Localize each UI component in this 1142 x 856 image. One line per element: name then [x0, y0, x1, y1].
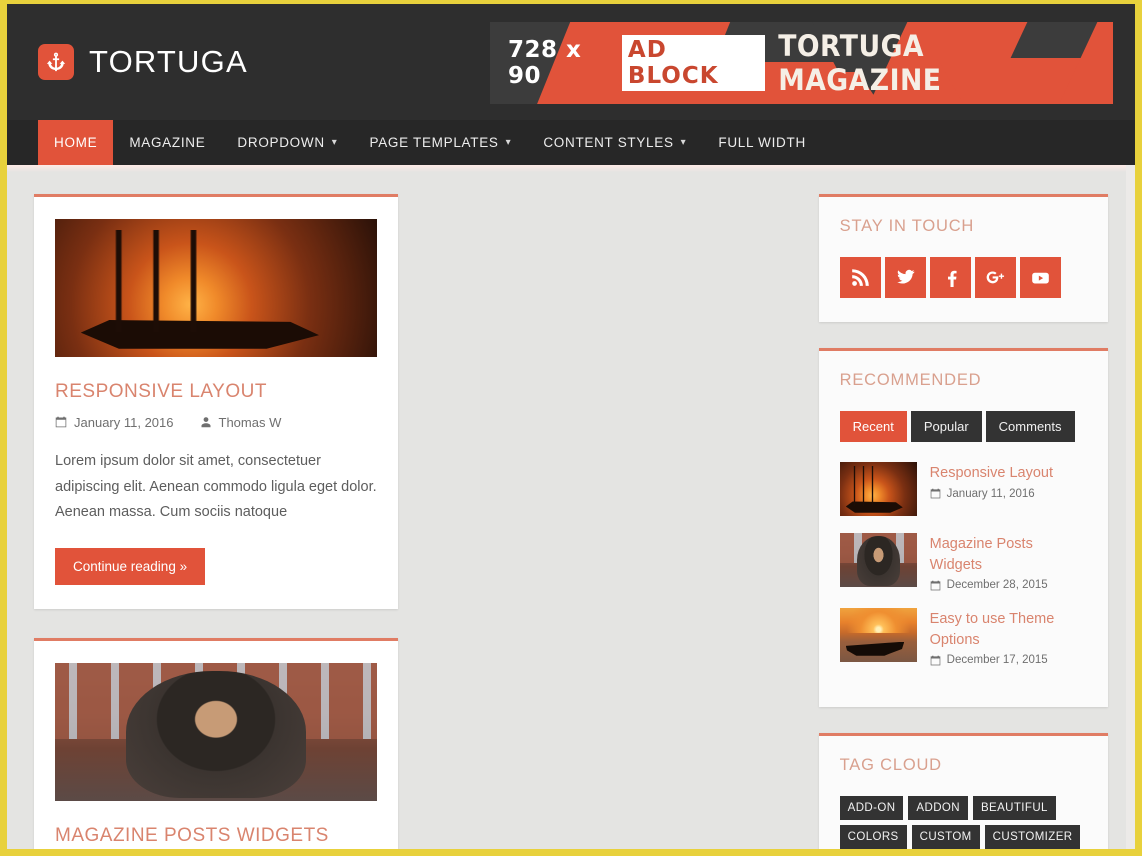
nav-item-home[interactable]: HOME [38, 120, 114, 165]
post-title[interactable]: MAGAZINE POSTS WIDGETS [55, 824, 377, 848]
widget-title: TAG CLOUD [839, 756, 942, 775]
twitter-icon[interactable] [884, 257, 926, 298]
post-author: Thomas W [200, 414, 282, 430]
widget-title: STAY IN TOUCH [839, 217, 975, 235]
main-navigation: HOME MAGAZINE DROPDOWN ▾ PAGE TEMPLATES … [7, 120, 1135, 171]
nav-item-content-styles[interactable]: CONTENT STYLES ▾ [527, 120, 702, 165]
anchor-icon [38, 44, 74, 80]
main-content: RESPONSIVE LAYOUT January 11, 2016 Thoma… [34, 194, 790, 849]
ad-block-label: AD BLOCK [621, 35, 766, 91]
recommended-thumbnail[interactable] [839, 608, 917, 663]
post-grid: RESPONSIVE LAYOUT January 11, 2016 Thoma… [34, 194, 790, 849]
tab-recent[interactable]: Recent [839, 411, 907, 442]
post-card[interactable]: MAGAZINE POSTS WIDGETS December 28, 2015… [34, 638, 398, 849]
tag-item[interactable]: BEAUTIFUL [972, 796, 1056, 821]
post-author-text: Thomas W [218, 414, 282, 430]
ad-banner[interactable]: 728 x 90 AD BLOCK TORTUGA MAGAZINE [490, 22, 1113, 104]
nav-item-full-width[interactable]: FULL WIDTH [702, 120, 822, 165]
tab-popular[interactable]: Popular [910, 411, 982, 442]
youtube-icon[interactable] [1019, 257, 1061, 298]
post-meta: January 11, 2016 Thomas W [55, 415, 377, 430]
post-date: January 11, 2016 [55, 415, 174, 430]
user-icon [201, 417, 210, 428]
recommended-date: December 17, 2015 [930, 654, 1087, 666]
logo-text: TORTUGA [89, 44, 248, 79]
sidebar: STAY IN TOUCH RECOMMENDED Recent Popular… [818, 194, 1108, 849]
recommended-title[interactable]: Magazine Posts Widgets [930, 534, 1087, 575]
nav-label: CONTENT STYLES [543, 135, 674, 150]
social-links [839, 257, 1087, 298]
recommended-thumbnail[interactable] [839, 533, 917, 587]
tag-list: ADD-ON ADDON BEAUTIFUL COLORS CUSTOM CUS… [839, 796, 1087, 849]
page-body: RESPONSIVE LAYOUT January 11, 2016 Thoma… [7, 165, 1135, 849]
tag-item[interactable]: CUSTOM [911, 825, 980, 849]
recommended-date-text: January 11, 2016 [946, 487, 1035, 500]
post-excerpt: Lorem ipsum dolor sit amet, consectetuer… [55, 452, 377, 521]
nav-label: FULL WIDTH [718, 135, 806, 150]
chevron-down-icon: ▾ [680, 137, 687, 148]
recommended-item[interactable]: Easy to use Theme Options December 17, 2… [839, 608, 1087, 666]
calendar-icon [55, 417, 67, 428]
recommended-thumbnail[interactable] [839, 462, 917, 516]
ad-size-label: 728 x 90 [508, 37, 582, 89]
post-title[interactable]: RESPONSIVE LAYOUT [55, 380, 377, 404]
continue-reading-button[interactable]: Continue reading » [55, 548, 206, 586]
nav-label: DROPDOWN [237, 135, 325, 150]
browser-frame: TORTUGA 728 x 90 AD BLOCK TORTUGA MAGAZI… [0, 0, 1142, 856]
widget-title: RECOMMENDED [839, 371, 982, 389]
widget-tag-cloud: TAG CLOUD ADD-ON ADDON BEAUTIFUL COLORS … [818, 733, 1108, 849]
calendar-icon [930, 488, 940, 499]
recommended-item[interactable]: Magazine Posts Widgets December 28, 2015 [839, 533, 1087, 591]
calendar-icon [930, 580, 940, 590]
tag-item[interactable]: ADD-ON [839, 796, 904, 821]
post-thumbnail[interactable] [55, 219, 377, 357]
post-card[interactable]: RESPONSIVE LAYOUT January 11, 2016 Thoma… [34, 194, 398, 610]
post-thumbnail[interactable] [55, 663, 377, 802]
nav-label: PAGE TEMPLATES [369, 135, 499, 150]
tag-item[interactable]: ADDON [908, 796, 968, 821]
recommended-date-text: December 17, 2015 [946, 654, 1048, 667]
facebook-icon[interactable] [929, 257, 971, 298]
recommended-date: January 11, 2016 [930, 488, 1053, 500]
nav-item-magazine[interactable]: MAGAZINE [113, 120, 221, 165]
calendar-icon [930, 655, 940, 666]
tag-item[interactable]: COLORS [839, 825, 907, 849]
recommended-tabs: Recent Popular Comments [839, 411, 1087, 442]
nav-item-dropdown[interactable]: DROPDOWN ▾ [221, 120, 353, 165]
recommended-date: December 28, 2015 [930, 579, 1087, 591]
site-header: TORTUGA 728 x 90 AD BLOCK TORTUGA MAGAZI… [7, 4, 1135, 120]
chevron-down-icon: ▾ [331, 137, 338, 148]
tag-item[interactable]: CUSTOMIZER [984, 825, 1081, 849]
tab-comments[interactable]: Comments [985, 411, 1075, 442]
widget-stay-in-touch: STAY IN TOUCH [818, 194, 1108, 322]
ad-brand-label: TORTUGA MAGAZINE [778, 29, 942, 97]
google-plus-icon[interactable] [974, 257, 1016, 298]
recommended-title[interactable]: Responsive Layout [930, 463, 1053, 484]
nav-item-page-templates[interactable]: PAGE TEMPLATES ▾ [354, 120, 528, 165]
nav-label: MAGAZINE [129, 135, 206, 150]
chevron-down-icon: ▾ [505, 137, 512, 148]
recommended-date-text: December 28, 2015 [946, 579, 1048, 592]
recommended-title[interactable]: Easy to use Theme Options [930, 609, 1087, 650]
post-date-text: January 11, 2016 [74, 414, 174, 430]
nav-label: HOME [54, 135, 98, 150]
rss-icon[interactable] [839, 257, 881, 298]
widget-recommended: RECOMMENDED Recent Popular Comments Resp… [818, 348, 1108, 708]
recommended-item[interactable]: Responsive Layout January 11, 2016 [839, 462, 1087, 516]
site-logo[interactable]: TORTUGA [38, 44, 248, 80]
